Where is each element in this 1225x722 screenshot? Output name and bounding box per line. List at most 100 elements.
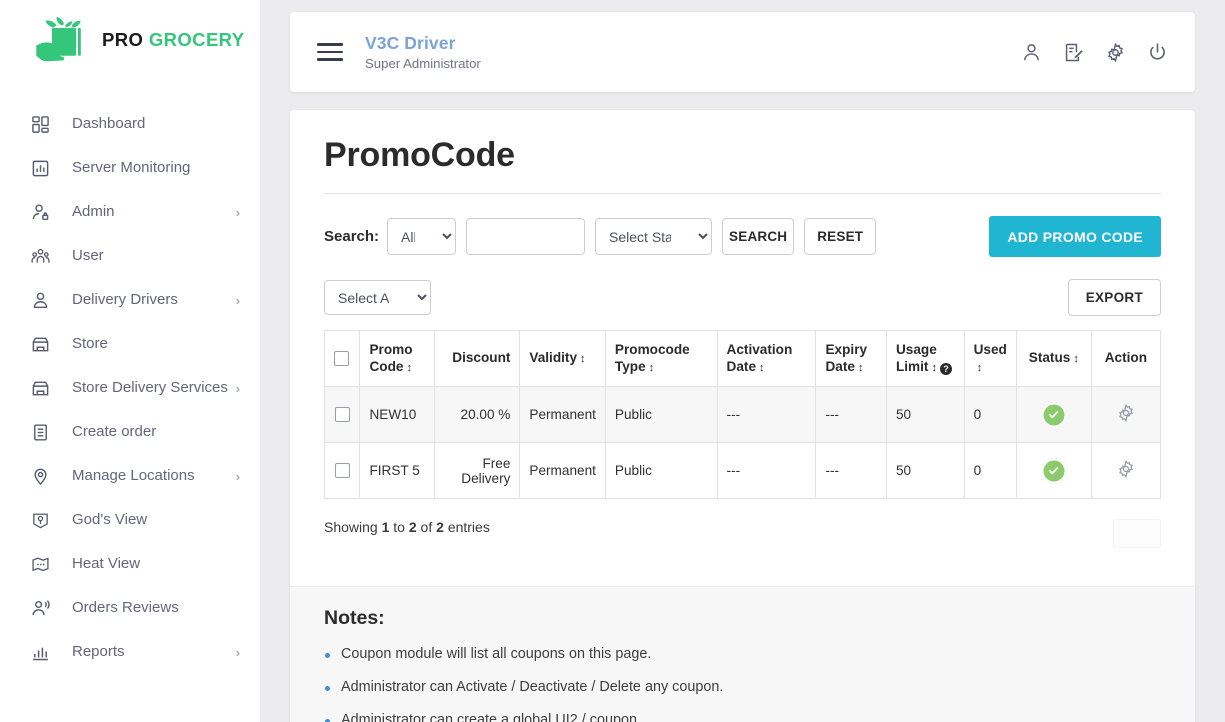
sidebar-item-heat-view[interactable]: Heat View	[0, 542, 260, 586]
sidebar-item-dashboard[interactable]: Dashboard	[0, 102, 260, 146]
sidebar-item-reports[interactable]: Reports ›	[0, 630, 260, 674]
showing-entries-word: entries	[447, 519, 490, 535]
cell-used: 0	[963, 386, 1017, 443]
brand-name-grocery: GROCERY	[148, 29, 245, 50]
section-title: PromoCode	[324, 136, 515, 174]
list-item: Administrator can Activate / Deactivate …	[324, 679, 1161, 695]
active-check-icon[interactable]	[1040, 401, 1067, 428]
col-activation-date[interactable]: Activation Date ↕	[716, 330, 817, 387]
chevron-right-icon: ›	[235, 292, 240, 308]
reset-button[interactable]: RESET	[804, 218, 877, 255]
top-header-bar: V3C Driver Super Administrator	[290, 12, 1195, 92]
sidebar-item-store-delivery-services[interactable]: Store Delivery Services ›	[0, 366, 260, 410]
sort-icon: ↕	[648, 361, 655, 374]
cell-activation-date: ---	[716, 386, 817, 443]
cell-promo-code: FIRST 5	[359, 442, 436, 499]
sidebar-item-orders-reviews[interactable]: Orders Reviews	[0, 586, 260, 630]
sidebar-item-store[interactable]: Store	[0, 322, 260, 366]
table-row[interactable]: NEW10 20.00 % Permanent Public --- --- 5…	[323, 386, 1162, 443]
edit-document-icon[interactable]	[1061, 40, 1085, 64]
col-label: Validity	[529, 350, 578, 365]
col-promocode-type[interactable]: Promocode Type ↕	[604, 330, 718, 387]
cell-promocode-type: Public	[604, 442, 718, 499]
search-input[interactable]	[466, 218, 586, 255]
export-button[interactable]: EXPORT	[1067, 279, 1161, 316]
gear-settings-icon[interactable]	[1116, 459, 1136, 479]
add-promo-code-button[interactable]: ADD PROMO CODE	[989, 216, 1161, 257]
chevron-right-icon: ›	[235, 468, 240, 484]
sidebar-item-label: Delivery Drivers	[72, 290, 178, 308]
search-label: Search:	[324, 228, 380, 245]
cell-discount: 20.00 %	[434, 386, 521, 443]
sidebar-item-label: God's View	[72, 510, 148, 528]
hamburger-menu-icon[interactable]	[317, 43, 343, 61]
gear-settings-icon[interactable]	[1103, 40, 1127, 64]
showing-to: 2	[408, 519, 417, 535]
search-button[interactable]: SEARCH	[722, 218, 795, 255]
cell-expiry-date: ---	[815, 386, 887, 443]
bar-chart-box-icon	[28, 156, 52, 180]
row-select-cell	[323, 442, 361, 499]
user-role-label: Super Administrator	[365, 56, 481, 72]
col-usage-limit[interactable]: Usage Limit ↕?	[885, 330, 965, 387]
cell-status	[1015, 442, 1092, 499]
bar-chart-icon	[28, 640, 52, 664]
list-item: Coupon module will list all coupons on t…	[324, 646, 1161, 662]
grocery-bag-hand-icon	[36, 16, 92, 64]
brand-name-pro: PRO	[102, 29, 144, 50]
row-select-cell	[323, 386, 361, 443]
active-check-icon[interactable]	[1040, 457, 1067, 484]
sort-icon: ↕	[580, 353, 586, 365]
select-all-checkbox[interactable]	[334, 350, 349, 366]
user-profile-icon[interactable]	[1019, 40, 1043, 64]
promocode-table: Promo Code ↕ Discount Validity ↕ Promocode…	[323, 330, 1162, 499]
gear-settings-icon[interactable]	[1116, 403, 1136, 423]
col-validity[interactable]: Validity ↕	[519, 330, 606, 387]
sidebar-item-manage-locations[interactable]: Manage Locations ›	[0, 454, 260, 498]
page-title: V3C Driver	[365, 32, 456, 53]
help-icon[interactable]: ?	[939, 362, 952, 375]
cell-validity: Permanent	[519, 442, 606, 499]
person-lock-icon	[28, 200, 52, 224]
sidebar-item-delivery-drivers[interactable]: Delivery Drivers ›	[0, 278, 260, 322]
col-label: Action	[1104, 350, 1148, 365]
bulk-action-select[interactable]: Select Action	[324, 280, 431, 315]
col-status[interactable]: Status ↕	[1015, 330, 1092, 387]
brand-logo[interactable]: PRO GROCERY	[0, 0, 260, 80]
col-used[interactable]: Used ↕	[963, 330, 1017, 387]
sort-icon: ↕	[857, 361, 864, 374]
sidebar-item-label: Reports	[72, 642, 125, 660]
sidebar-item-label: Manage Locations	[72, 466, 195, 484]
sidebar-item-user[interactable]: User	[0, 234, 260, 278]
promocode-card: PromoCode Search: All Select Status SEAR…	[290, 110, 1195, 722]
sidebar-item-server-monitoring[interactable]: Server Monitoring	[0, 146, 260, 190]
showing-total: 2	[436, 519, 444, 535]
power-logout-icon[interactable]	[1145, 40, 1169, 64]
search-scope-select[interactable]: All	[387, 218, 457, 255]
sidebar-item-create-order[interactable]: Create order	[0, 410, 260, 454]
sidebar-item-admin[interactable]: Admin ›	[0, 190, 260, 234]
sidebar-item-label: User	[72, 246, 104, 264]
sort-icon: ↕	[1073, 353, 1079, 365]
sidebar-item-label: Create order	[72, 422, 157, 440]
document-list-icon	[28, 420, 52, 444]
col-label: Status	[1028, 350, 1071, 365]
col-expiry-date[interactable]: Expiry Date ↕	[815, 330, 887, 387]
showing-prefix: Showing	[324, 519, 378, 535]
sort-icon: ↕	[976, 361, 983, 374]
sort-icon: ↕	[931, 361, 937, 374]
sidebar-item-label: Store Delivery Services	[72, 378, 228, 396]
filter-toolbar: Search: All Select Status SEARCH RESET A…	[324, 216, 1161, 257]
row-checkbox[interactable]	[334, 407, 350, 423]
showing-to-word: to	[393, 519, 405, 535]
sidebar: PRO GROCERY Dashboard Server Monitoring …	[0, 0, 260, 722]
pagination-control[interactable]	[1113, 519, 1161, 548]
sidebar-item-gods-view[interactable]: God's View	[0, 498, 260, 542]
cell-usage-limit: 50	[885, 386, 965, 443]
row-checkbox[interactable]	[334, 463, 350, 479]
status-filter-select[interactable]: Select Status	[595, 218, 713, 255]
table-row[interactable]: FIRST 5 Free Delivery Permanent Public -…	[323, 442, 1162, 499]
map-heat-icon	[28, 552, 52, 576]
col-select-all	[323, 330, 361, 387]
col-promo-code[interactable]: Promo Code ↕	[359, 330, 436, 387]
